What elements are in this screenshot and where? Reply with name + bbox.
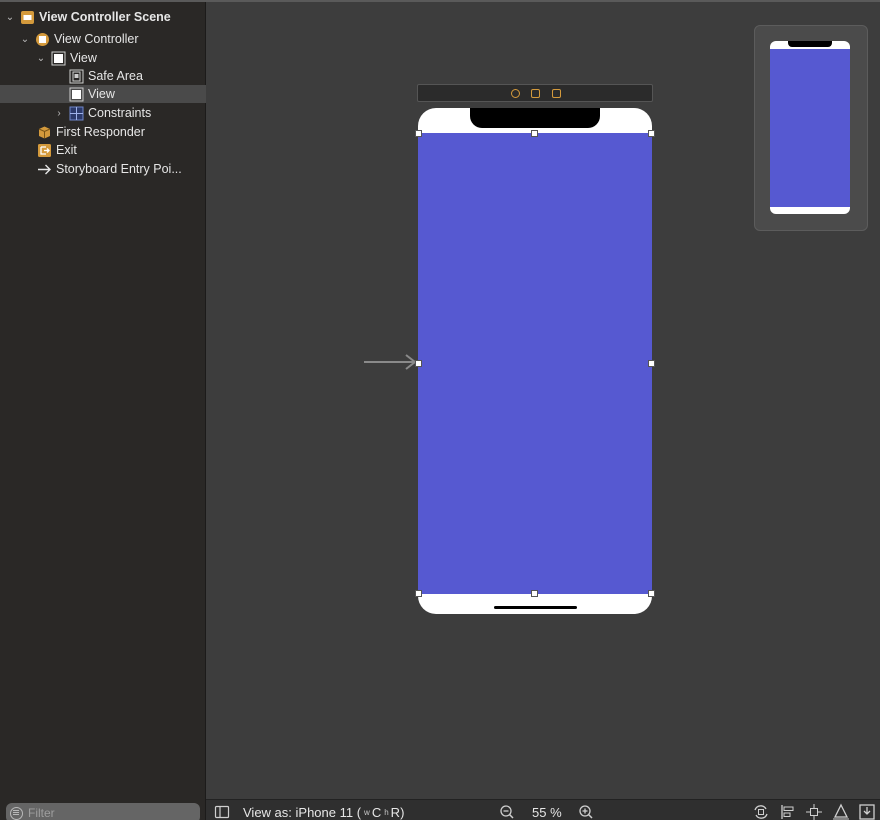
resize-handle-right[interactable] <box>648 360 655 367</box>
outline-item-label: Storyboard Entry Poi... <box>56 162 182 176</box>
outline-item-label: View <box>88 87 115 101</box>
update-frames-icon[interactable] <box>752 803 770 820</box>
filter-field[interactable]: Filter <box>6 803 200 820</box>
exit-icon <box>37 143 52 158</box>
storyboard-entry-arrow-icon[interactable] <box>364 353 418 371</box>
chevron-right-icon[interactable]: › <box>53 107 65 119</box>
view-as-suffix: ) <box>400 804 405 820</box>
safe-area-icon <box>69 69 84 84</box>
outline-item-first-responder[interactable]: First Responder <box>0 123 206 141</box>
resize-handle-top-right[interactable] <box>648 130 655 137</box>
view-controller-icon <box>35 32 50 47</box>
resize-handle-top[interactable] <box>531 130 538 137</box>
filter-placeholder: Filter <box>28 806 55 820</box>
minimap-notch <box>788 41 832 47</box>
outline-item-view-selected[interactable]: View <box>0 85 206 103</box>
canvas-minimap[interactable] <box>754 25 868 231</box>
view-as-device-button[interactable]: View as: iPhone 11 ( w C h R ) <box>243 803 404 820</box>
minimap-device <box>770 41 850 214</box>
view-icon <box>69 87 84 102</box>
outline-item-view-controller[interactable]: ⌄ View Controller <box>0 30 206 48</box>
first-responder-dock-icon[interactable] <box>531 89 540 98</box>
outline-item-safe-area[interactable]: Safe Area <box>0 67 206 85</box>
outline-item-label: First Responder <box>56 125 145 139</box>
constraints-icon <box>69 106 84 121</box>
outline-item-label: Exit <box>56 143 77 157</box>
zoom-in-icon[interactable] <box>578 803 594 820</box>
chevron-down-icon[interactable]: ⌄ <box>35 52 47 64</box>
interface-builder-window: ⌄ View Controller Scene ⌄ View Controlle… <box>0 0 880 820</box>
embed-in-icon[interactable] <box>858 803 876 820</box>
add-constraints-icon[interactable] <box>805 803 823 820</box>
view-icon <box>51 51 66 66</box>
view-as-label: View as: iPhone 11 ( <box>243 804 362 820</box>
outline-item-label: Constraints <box>88 106 152 120</box>
iphone-device-frame <box>418 108 652 614</box>
outline-item-exit[interactable]: Exit <box>0 141 206 159</box>
size-class-w-value: C <box>371 804 382 820</box>
size-class-h: h <box>384 807 389 817</box>
toggle-outline-icon[interactable] <box>214 803 230 820</box>
chevron-down-icon[interactable]: ⌄ <box>19 33 31 45</box>
resolve-auto-layout-icon[interactable] <box>832 803 850 820</box>
align-icon[interactable] <box>779 803 797 820</box>
outline-item-constraints[interactable]: › Constraints <box>0 104 206 122</box>
device-notch <box>470 108 600 128</box>
outline-filter-bar: Filter <box>0 799 206 820</box>
view-controller-dock-icon[interactable] <box>511 89 520 98</box>
first-responder-icon <box>37 125 52 140</box>
canvas-bottom-bar: View as: iPhone 11 ( w C h R ) 55 % <box>206 799 880 820</box>
outline-item-view[interactable]: ⌄ View <box>0 49 206 67</box>
scene-icon <box>20 10 35 25</box>
zoom-level[interactable]: 55 % <box>532 803 562 820</box>
minimap-view <box>770 49 850 207</box>
view-controller-root-view[interactable] <box>418 133 652 594</box>
outline-item-label: Safe Area <box>88 69 143 83</box>
document-outline: ⌄ View Controller Scene ⌄ View Controlle… <box>0 2 206 799</box>
zoom-out-icon[interactable] <box>499 803 515 820</box>
resize-handle-bottom-right[interactable] <box>648 590 655 597</box>
resize-handle-bottom-left[interactable] <box>415 590 422 597</box>
home-indicator <box>494 606 577 609</box>
outline-item-label: View Controller Scene <box>39 10 171 24</box>
resize-handle-top-left[interactable] <box>415 130 422 137</box>
outline-item-label: View <box>70 51 97 65</box>
size-class-w: w <box>364 807 370 817</box>
filter-icon <box>10 806 23 820</box>
outline-item-view-controller-scene[interactable]: ⌄ View Controller Scene <box>0 8 206 26</box>
chevron-down-icon[interactable]: ⌄ <box>4 11 16 23</box>
exit-dock-icon[interactable] <box>552 89 561 98</box>
resize-handle-bottom[interactable] <box>531 590 538 597</box>
resize-handle-left[interactable] <box>415 360 422 367</box>
size-class-h-value: R <box>390 804 401 820</box>
outline-item-storyboard-entry-point[interactable]: Storyboard Entry Poi... <box>0 160 206 178</box>
entry-point-arrow-icon <box>37 162 52 177</box>
outline-item-label: View Controller <box>54 32 139 46</box>
scene-dock-bar[interactable] <box>417 84 653 102</box>
